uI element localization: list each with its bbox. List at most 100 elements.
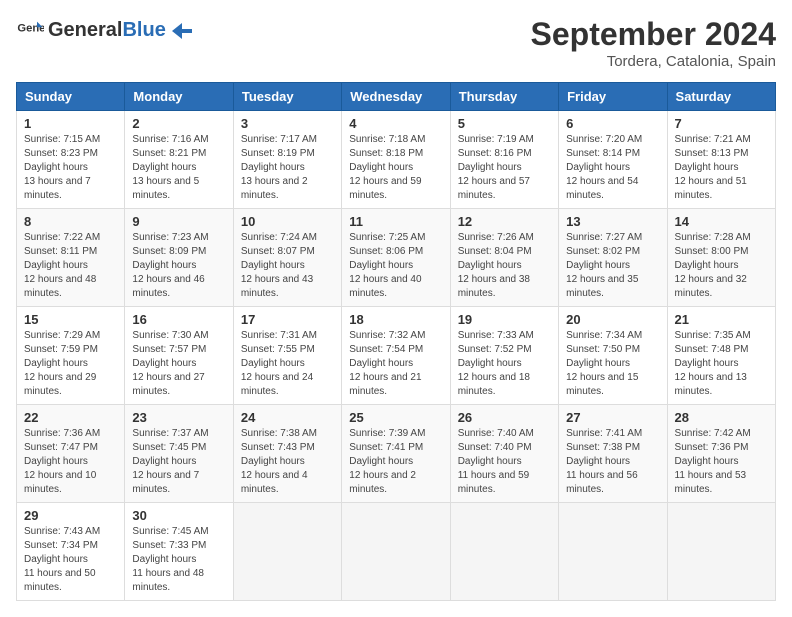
calendar-cell: 26Sunrise: 7:40 AMSunset: 7:40 PMDayligh… <box>450 405 558 503</box>
day-info: Sunrise: 7:43 AMSunset: 7:34 PMDaylight … <box>24 525 117 595</box>
calendar-cell: 20 Sunrise: 7:34 AM Sunset: 7:50 PM Dayligh… <box>559 307 667 405</box>
day-number: 11 <box>349 214 442 229</box>
day-number: 13 <box>566 214 659 229</box>
daylight-value: 12 hours and 46 minutes. <box>132 274 204 299</box>
daylight-label: Daylight hours <box>675 358 739 369</box>
sunrise-label: Sunrise: 7:25 AM <box>349 232 425 243</box>
sunrise-label: Sunrise: 7:27 AM <box>566 232 642 243</box>
daylight-label: Daylight hours <box>675 456 739 467</box>
day-info: Sunrise: 7:36 AMSunset: 7:47 PMDaylight … <box>24 427 117 497</box>
calendar-cell <box>667 503 775 601</box>
day-number: 16 <box>132 312 225 327</box>
calendar-cell <box>342 503 450 601</box>
sunrise-label: Sunrise: 7:35 AM <box>675 330 751 341</box>
sunrise-label: Sunrise: 7:40 AM <box>458 428 534 439</box>
month-year-title: September 2024 <box>531 16 776 53</box>
daylight-value: 12 hours and 13 minutes. <box>675 372 747 397</box>
column-header-tuesday: Tuesday <box>233 83 341 111</box>
calendar-cell: 4 Sunrise: 7:18 AMSunset: 8:18 PMDaylight… <box>342 111 450 209</box>
title-block: September 2024 Tordera, Catalonia, Spain <box>531 16 776 70</box>
daylight-label: Daylight hours <box>458 162 522 173</box>
day-number: 17 <box>241 312 334 327</box>
sunrise-label: Sunrise: 7:23 AM <box>132 232 208 243</box>
sunset-label: Sunset: 8:13 PM <box>675 148 749 159</box>
daylight-value: 13 hours and 2 minutes. <box>241 176 308 201</box>
calendar-cell: 15Sunrise: 7:29 AMSunset: 7:59 PMDayligh… <box>17 307 125 405</box>
day-number: 6 <box>566 116 659 131</box>
sunset-label: Sunset: 8:07 PM <box>241 246 315 257</box>
daylight-label: Daylight hours <box>132 260 196 271</box>
sunset-label: Sunset: 7:36 PM <box>675 442 749 453</box>
column-header-saturday: Saturday <box>667 83 775 111</box>
day-info: Sunrise: 7:30 AMSunset: 7:57 PMDaylight … <box>132 329 225 399</box>
daylight-label: Daylight hours <box>24 554 88 565</box>
daylight-label: Daylight hours <box>458 358 522 369</box>
column-header-monday: Monday <box>125 83 233 111</box>
sunrise-label: Sunrise: 7:30 AM <box>132 330 208 341</box>
daylight-value: 12 hours and 24 minutes. <box>241 372 313 397</box>
daylight-label: Daylight hours <box>24 162 88 173</box>
day-number: 23 <box>132 410 225 425</box>
sunset-label: Sunset: 7:54 PM <box>349 344 423 355</box>
calendar-cell: 30Sunrise: 7:45 AMSunset: 7:33 PMDayligh… <box>125 503 233 601</box>
sunrise-label: Sunrise: 7:29 AM <box>24 330 100 341</box>
calendar-cell: 29Sunrise: 7:43 AMSunset: 7:34 PMDayligh… <box>17 503 125 601</box>
day-number: 20 <box>566 312 659 327</box>
day-info: Sunrise: 7:21 AM Sunset: 8:13 PM Daylight … <box>675 133 768 203</box>
day-info: Sunrise: 7:41 AMSunset: 7:38 PMDaylight … <box>566 427 659 497</box>
sunrise-label: Sunrise: 7:20 AM <box>566 134 642 145</box>
calendar-cell: 19Sunrise: 7:33 AMSunset: 7:52 PMDayligh… <box>450 307 558 405</box>
day-number: 7 <box>675 116 768 131</box>
sunrise-label: Sunrise: 7:38 AM <box>241 428 317 439</box>
sunrise-label: Sunrise: 7:28 AM <box>675 232 751 243</box>
day-number: 28 <box>675 410 768 425</box>
daylight-value: 12 hours and 27 minutes. <box>132 372 204 397</box>
daylight-value: 13 hours and 5 minutes. <box>132 176 199 201</box>
calendar-cell: 7 Sunrise: 7:21 AM Sunset: 8:13 PM Daylight… <box>667 111 775 209</box>
sunset-label: Sunset: 7:50 PM <box>566 344 640 355</box>
daylight-label: Daylight hours <box>349 456 413 467</box>
daylight-value: 12 hours and 38 minutes. <box>458 274 530 299</box>
daylight-label: Daylight hours <box>24 260 88 271</box>
daylight-label: Daylight hours <box>132 358 196 369</box>
day-info: Sunrise: 7:38 AMSunset: 7:43 PMDaylight … <box>241 427 334 497</box>
daylight-label: Daylight hours <box>566 162 630 173</box>
daylight-value: 12 hours and 4 minutes. <box>241 470 308 495</box>
calendar-cell: 23Sunrise: 7:37 AMSunset: 7:45 PMDayligh… <box>125 405 233 503</box>
sunrise-label: Sunrise: 7:33 AM <box>458 330 534 341</box>
day-info: Sunrise: 7:28 AMSunset: 8:00 PMDaylight … <box>675 231 768 301</box>
sunset-label: Sunset: 7:38 PM <box>566 442 640 453</box>
calendar-cell: 5Sunrise: 7:19 AMSunset: 8:16 PMDaylight… <box>450 111 558 209</box>
day-number: 26 <box>458 410 551 425</box>
column-header-wednesday: Wednesday <box>342 83 450 111</box>
daylight-label: Daylight hours <box>132 554 196 565</box>
sunset-label: Sunset: 8:18 PM <box>349 148 423 159</box>
day-info: Sunrise: 7:18 AMSunset: 8:18 PMDaylight … <box>349 133 442 203</box>
calendar-header-row: SundayMondayTuesdayWednesdayThursdayFrid… <box>17 83 776 111</box>
sunrise-label: Sunrise: 7:31 AM <box>241 330 317 341</box>
daylight-value: 12 hours and 35 minutes. <box>566 274 638 299</box>
daylight-label: Daylight hours <box>566 358 630 369</box>
sunrise-label: Sunrise: 7:21 AM <box>675 134 751 145</box>
sunrise-label: Sunrise: 7:24 AM <box>241 232 317 243</box>
daylight-value: 11 hours and 59 minutes. <box>458 470 530 495</box>
daylight-value: 12 hours and 2 minutes. <box>349 470 416 495</box>
calendar-cell: 10Sunrise: 7:24 AMSunset: 8:07 PMDayligh… <box>233 209 341 307</box>
sunset-label: Sunset: 8:14 PM <box>566 148 640 159</box>
daylight-label: Daylight hours <box>675 260 739 271</box>
day-number: 4 <box>349 116 442 131</box>
calendar-cell: 27Sunrise: 7:41 AMSunset: 7:38 PMDayligh… <box>559 405 667 503</box>
day-number: 18 <box>349 312 442 327</box>
sunset-label: Sunset: 8:02 PM <box>566 246 640 257</box>
column-header-sunday: Sunday <box>17 83 125 111</box>
daylight-value: 12 hours and 57 minutes. <box>458 176 530 201</box>
sunrise-label: Sunrise: 7:22 AM <box>24 232 100 243</box>
sunrise-label: Sunrise: 7:34 AM <box>566 330 642 341</box>
sunrise-label: Sunrise: 7:43 AM <box>24 526 100 537</box>
daylight-label: Daylight hours <box>241 456 305 467</box>
sunrise-label: Sunrise: 7:36 AM <box>24 428 100 439</box>
day-number: 15 <box>24 312 117 327</box>
sunrise-label: Sunrise: 7:45 AM <box>132 526 208 537</box>
daylight-label: Daylight hours <box>675 162 739 173</box>
column-header-thursday: Thursday <box>450 83 558 111</box>
